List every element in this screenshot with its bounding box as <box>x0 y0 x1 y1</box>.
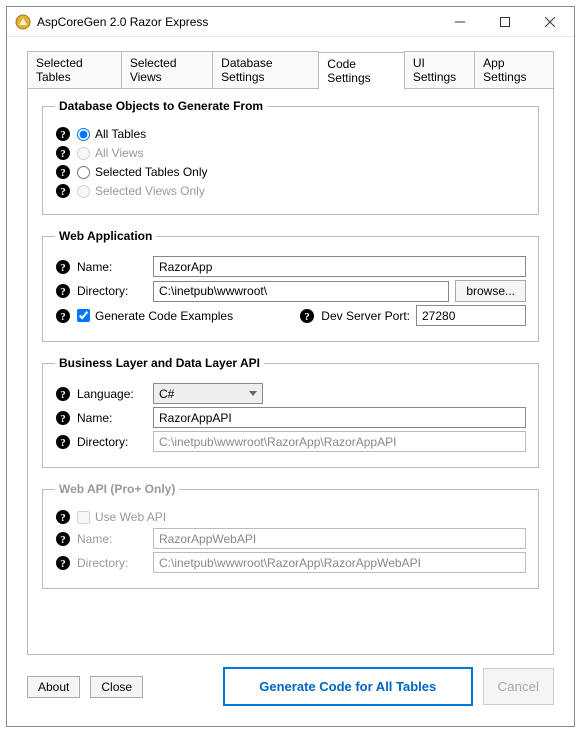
biz-dir-label: Directory: <box>77 435 147 449</box>
webapi-dir-label: Directory: <box>77 556 147 570</box>
group-web-api: Web API (Pro+ Only) ? Use Web API ? Name… <box>42 482 539 589</box>
svg-text:?: ? <box>60 558 66 570</box>
biz-dir-input <box>153 431 526 452</box>
svg-text:?: ? <box>60 437 66 449</box>
help-icon[interactable]: ? <box>55 283 71 299</box>
titlebar: AspCoreGen 2.0 Razor Express <box>7 7 574 37</box>
tab-panel-code-settings: Database Objects to Generate From ? All … <box>27 88 554 655</box>
window-title: AspCoreGen 2.0 Razor Express <box>37 15 437 29</box>
svg-text:?: ? <box>60 167 66 179</box>
minimize-button[interactable] <box>437 7 482 36</box>
biz-name-label: Name: <box>77 411 147 425</box>
webapp-dir-label: Directory: <box>77 284 147 298</box>
group-web-app-legend: Web Application <box>55 229 156 243</box>
footer: About Close Generate Code for All Tables… <box>27 667 554 706</box>
close-window-button[interactable] <box>527 7 572 36</box>
webapp-dir-input[interactable] <box>153 281 449 302</box>
help-icon[interactable]: ? <box>55 308 71 324</box>
tab-selected-views[interactable]: Selected Views <box>121 51 213 88</box>
browse-button[interactable]: browse... <box>455 280 526 302</box>
group-web-api-legend: Web API (Pro+ Only) <box>55 482 179 496</box>
biz-name-input[interactable] <box>153 407 526 428</box>
webapi-dir-input <box>153 552 526 573</box>
webapi-name-input <box>153 528 526 549</box>
radio-selected-views: Selected Views Only <box>77 184 205 198</box>
group-web-app: Web Application ? Name: ? Directory: bro… <box>42 229 539 342</box>
group-business-layer: Business Layer and Data Layer API ? Lang… <box>42 356 539 468</box>
cancel-button: Cancel <box>483 668 555 705</box>
tab-database-settings[interactable]: Database Settings <box>212 51 319 88</box>
svg-text:?: ? <box>60 286 66 298</box>
tab-code-settings[interactable]: Code Settings <box>318 52 405 90</box>
webapi-name-label: Name: <box>77 532 147 546</box>
svg-text:?: ? <box>60 148 66 160</box>
group-business-layer-legend: Business Layer and Data Layer API <box>55 356 264 370</box>
use-web-api-checkbox: Use Web API <box>77 510 166 524</box>
help-icon[interactable]: ? <box>55 386 71 402</box>
svg-text:?: ? <box>60 311 66 323</box>
svg-text:?: ? <box>60 186 66 198</box>
maximize-button[interactable] <box>482 7 527 36</box>
tab-strip: Selected Tables Selected Views Database … <box>27 51 554 88</box>
webapp-name-label: Name: <box>77 260 147 274</box>
webapp-name-input[interactable] <box>153 256 526 277</box>
svg-text:?: ? <box>60 534 66 546</box>
help-icon[interactable]: ? <box>299 308 315 324</box>
radio-all-views: All Views <box>77 146 143 160</box>
svg-text:?: ? <box>60 129 66 141</box>
about-button[interactable]: About <box>27 676 80 698</box>
help-icon[interactable]: ? <box>55 164 71 180</box>
svg-text:?: ? <box>60 389 66 401</box>
help-icon[interactable]: ? <box>55 145 71 161</box>
tab-app-settings[interactable]: App Settings <box>474 51 554 88</box>
radio-all-tables[interactable]: All Tables <box>77 127 146 141</box>
dev-port-input[interactable] <box>416 305 526 326</box>
help-icon[interactable]: ? <box>55 259 71 275</box>
tab-ui-settings[interactable]: UI Settings <box>404 51 475 88</box>
client-area: Selected Tables Selected Views Database … <box>7 37 574 726</box>
tab-selected-tables[interactable]: Selected Tables <box>27 51 122 88</box>
svg-text:?: ? <box>305 311 311 323</box>
svg-text:?: ? <box>60 262 66 274</box>
svg-text:?: ? <box>60 512 66 524</box>
help-icon[interactable]: ? <box>55 555 71 571</box>
help-icon[interactable]: ? <box>55 531 71 547</box>
help-icon[interactable]: ? <box>55 509 71 525</box>
gen-examples-checkbox[interactable]: Generate Code Examples <box>77 309 233 323</box>
help-icon[interactable]: ? <box>55 183 71 199</box>
window-controls <box>437 7 572 36</box>
app-icon <box>15 14 31 30</box>
radio-selected-tables[interactable]: Selected Tables Only <box>77 165 208 179</box>
generate-button[interactable]: Generate Code for All Tables <box>223 667 472 706</box>
help-icon[interactable]: ? <box>55 126 71 142</box>
biz-lang-label: Language: <box>77 387 147 401</box>
dev-port-label: Dev Server Port: <box>321 309 410 323</box>
group-db-objects-legend: Database Objects to Generate From <box>55 99 267 113</box>
svg-text:?: ? <box>60 413 66 425</box>
group-db-objects: Database Objects to Generate From ? All … <box>42 99 539 215</box>
biz-lang-select[interactable] <box>153 383 263 404</box>
close-button[interactable]: Close <box>90 676 143 698</box>
app-window: AspCoreGen 2.0 Razor Express Selected Ta… <box>6 6 575 727</box>
help-icon[interactable]: ? <box>55 434 71 450</box>
help-icon[interactable]: ? <box>55 410 71 426</box>
